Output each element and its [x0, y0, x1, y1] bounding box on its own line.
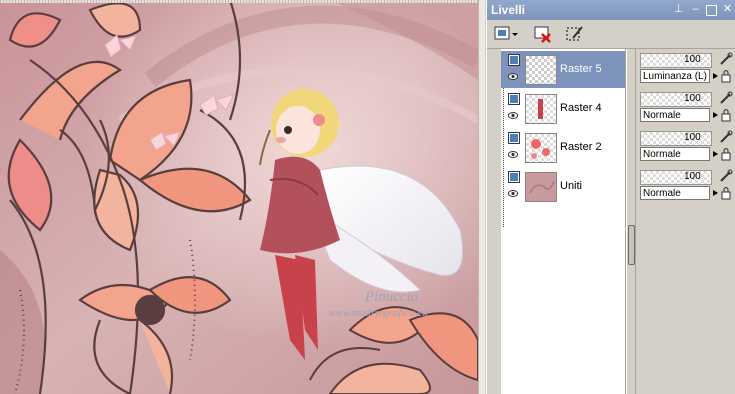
- lock-icon[interactable]: [719, 69, 733, 83]
- pin-icon[interactable]: ⊥: [672, 3, 685, 16]
- opacity-value: 100: [684, 132, 701, 143]
- blend-mode-select[interactable]: Luminanza (L): [640, 69, 710, 83]
- raster-layer-icon: [508, 54, 520, 66]
- layer-props-row: 100 Normale: [640, 129, 735, 165]
- layer-name: Uniti: [560, 180, 583, 192]
- layer-row[interactable]: Raster 4: [501, 90, 625, 127]
- canvas-scrollbar[interactable]: [478, 0, 485, 394]
- raster-layer-icon: [508, 132, 520, 144]
- edit-selection-icon[interactable]: [565, 24, 585, 44]
- layer-props-row: 100 Normale: [640, 168, 735, 204]
- layer-name: Raster 5: [560, 63, 602, 75]
- minimize-icon[interactable]: –: [689, 3, 702, 16]
- maximize-icon[interactable]: [706, 5, 717, 16]
- blend-mode-select[interactable]: Normale: [640, 108, 710, 122]
- layer-list: Raster 5 Raster 4 Raster 2 Uniti: [501, 49, 626, 394]
- new-layer-icon[interactable]: [493, 24, 519, 44]
- layer-row[interactable]: Raster 5: [501, 51, 625, 88]
- layer-row[interactable]: Raster 2: [501, 129, 625, 166]
- layer-name: Raster 4: [560, 102, 602, 114]
- layers-palette: Livelli ⊥ – ✕ Raster 5 Raster 4 Raster 2…: [486, 0, 735, 394]
- edit-pen-icon[interactable]: [719, 52, 733, 66]
- lock-icon[interactable]: [719, 108, 733, 122]
- splitter-handle[interactable]: [628, 225, 635, 265]
- edit-pen-icon[interactable]: [719, 91, 733, 105]
- layer-props-row: 100 Luminanza (L): [640, 51, 735, 87]
- panel-title: Livelli: [491, 3, 526, 17]
- top-ruler: [0, 0, 478, 3]
- layer-name: Raster 2: [560, 141, 602, 153]
- layer-thumbnail: [525, 55, 557, 85]
- layer-props-row: 100 Normale: [640, 90, 735, 126]
- visibility-eye-icon[interactable]: [508, 190, 518, 197]
- lock-icon[interactable]: [719, 147, 733, 161]
- watermark-name: Pinuccia: [364, 289, 418, 305]
- layer-thumbnail: [525, 94, 557, 124]
- edit-pen-icon[interactable]: [719, 169, 733, 183]
- opacity-slider[interactable]: [640, 53, 712, 68]
- opacity-value: 100: [684, 93, 701, 104]
- layer-thumbnail: [525, 133, 557, 163]
- raster-layer-icon: [508, 93, 520, 105]
- layer-thumbnail: [525, 172, 557, 202]
- opacity-slider[interactable]: [640, 131, 712, 146]
- layer-row[interactable]: Uniti: [501, 168, 625, 205]
- artwork: Pinuccia www.madriegrafica.eu: [0, 0, 478, 394]
- opacity-slider[interactable]: [640, 170, 712, 185]
- layers-toolbar: [487, 20, 735, 49]
- blend-mode-select[interactable]: Normale: [640, 186, 710, 200]
- lock-icon[interactable]: [719, 186, 733, 200]
- delete-layer-icon[interactable]: [533, 24, 553, 44]
- layers-titlebar[interactable]: Livelli ⊥ – ✕: [487, 0, 735, 20]
- visibility-eye-icon[interactable]: [508, 112, 518, 119]
- layer-properties: 100 Luminanza (L) 100 Normale 100 Normal…: [636, 49, 735, 394]
- edit-pen-icon[interactable]: [719, 130, 733, 144]
- close-icon[interactable]: ✕: [721, 3, 734, 16]
- visibility-eye-icon[interactable]: [508, 73, 518, 80]
- blend-mode-select[interactable]: Normale: [640, 147, 710, 161]
- opacity-value: 100: [684, 54, 701, 65]
- opacity-slider[interactable]: [640, 92, 712, 107]
- raster-layer-icon: [508, 171, 520, 183]
- opacity-value: 100: [684, 171, 701, 182]
- panel-splitter[interactable]: [626, 49, 636, 394]
- watermark-url: www.madriegrafica.eu: [328, 307, 429, 319]
- image-canvas[interactable]: Pinuccia www.madriegrafica.eu: [0, 0, 478, 394]
- visibility-eye-icon[interactable]: [508, 151, 518, 158]
